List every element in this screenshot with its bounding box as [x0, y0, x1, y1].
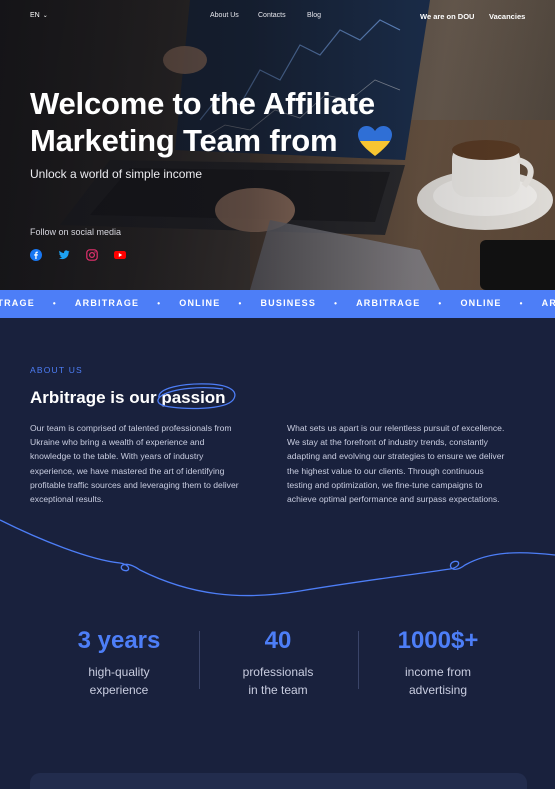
- keyword-ticker: BITRAGE • ARBITRAGE • ONLINE • BUSINESS • ARBITR…: [0, 290, 555, 318]
- stat-label: high-quality experience: [39, 663, 199, 699]
- next-section-card: [30, 773, 527, 789]
- stat-label: income from advertising: [358, 663, 518, 699]
- social-links: [30, 248, 126, 261]
- follow-label: Follow on social media: [30, 227, 122, 237]
- about-title-prefix: Arbitrage is our: [30, 388, 157, 407]
- language-switcher[interactable]: EN ⌄: [30, 12, 48, 19]
- ticker-item: ONLINE: [460, 298, 502, 308]
- section-eyebrow: ABOUT US: [30, 365, 83, 375]
- language-label: EN: [30, 12, 40, 19]
- stat-experience: 3 years high-quality experience: [39, 627, 199, 699]
- nav-link-contacts[interactable]: Contacts: [258, 12, 286, 19]
- about-title: Arbitrage is our passion: [30, 383, 236, 410]
- stat-label-line2: experience: [89, 683, 149, 697]
- instagram-icon[interactable]: [86, 248, 98, 261]
- hero-title-line1: Welcome to the Affiliate: [30, 86, 375, 121]
- nav-link-vacancies[interactable]: Vacancies: [489, 12, 525, 21]
- ticker-dot: •: [52, 299, 57, 308]
- youtube-icon[interactable]: [114, 248, 126, 260]
- ticker-item: BITRAGE: [0, 298, 35, 308]
- nav-link-blog[interactable]: Blog: [307, 12, 321, 19]
- top-navigation: EN ⌄ About Us Contacts Blog We are on DO…: [0, 12, 555, 24]
- stat-income: 1000$+ income from advertising: [358, 627, 518, 699]
- stat-value: 40: [264, 627, 292, 654]
- about-title-highlight: passion: [157, 383, 236, 410]
- nav-link-dou[interactable]: We are on DOU: [420, 12, 474, 21]
- scribble-circle-icon: [157, 383, 236, 410]
- stat-label-line2: in the team: [248, 683, 308, 697]
- stat-value: 3 years: [77, 627, 161, 654]
- hero-subtitle: Unlock a world of simple income: [30, 167, 203, 181]
- stat-label: professionals in the team: [198, 663, 358, 699]
- hero-section: EN ⌄ About Us Contacts Blog We are on DO…: [0, 0, 555, 290]
- about-text-right: What sets us apart is our relentless pur…: [287, 423, 505, 505]
- ticker-item: ARBITR: [541, 298, 555, 308]
- chevron-down-icon: ⌄: [42, 13, 48, 19]
- ticker-dot: •: [157, 299, 162, 308]
- ticker-dot: •: [238, 299, 243, 308]
- stat-label-line1: income from: [404, 665, 472, 679]
- ticker-item: ONLINE: [179, 298, 221, 308]
- hero-title-line2: Marketing Team from: [30, 123, 338, 158]
- ticker-track: BITRAGE • ARBITRAGE • ONLINE • BUSINESS • ARBITR…: [0, 298, 555, 308]
- nav-link-about-us[interactable]: About Us: [210, 12, 239, 19]
- facebook-icon[interactable]: [30, 248, 42, 261]
- stat-professionals: 40 professionals in the team: [198, 627, 358, 699]
- stat-value: 1000$+: [397, 627, 479, 654]
- twitter-icon[interactable]: [58, 248, 70, 260]
- stat-label-line1: high-quality: [88, 665, 150, 679]
- stat-label-line2: advertising: [408, 683, 468, 697]
- ticker-dot: •: [519, 299, 524, 308]
- ukraine-heart-icon: [358, 126, 392, 156]
- ticker-item: ARBITRAGE: [74, 298, 140, 308]
- ticker-dot: •: [334, 299, 339, 308]
- decorative-wave-line: [0, 519, 555, 597]
- stat-label-line1: professionals: [242, 665, 314, 679]
- about-text-left: Our team is comprised of talented profes…: [30, 423, 239, 505]
- ticker-item: BUSINESS: [260, 298, 317, 308]
- ticker-dot: •: [438, 299, 443, 308]
- ticker-item: ARBITRAGE: [356, 298, 421, 308]
